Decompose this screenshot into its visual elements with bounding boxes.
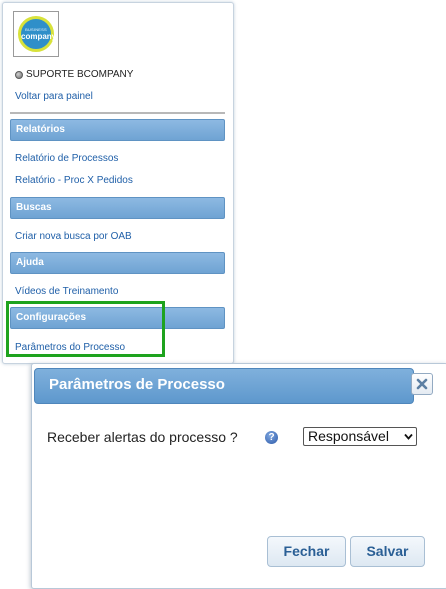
sidebar-item-parametros-processo[interactable]: Parâmetros do Processo bbox=[15, 342, 125, 353]
section-header-configuracoes: Configurações bbox=[10, 307, 225, 329]
sidebar-item-nova-busca-oab[interactable]: Criar nova busca por OAB bbox=[15, 231, 132, 242]
alert-label: Receber alertas do processo ? bbox=[47, 429, 238, 445]
sidebar-item-videos-treinamento[interactable]: Vídeos de Treinamento bbox=[15, 286, 118, 297]
dialog-title: Parâmetros de Processo bbox=[49, 376, 225, 393]
sidebar-panel: BUSINESS company SUPORTE BCOMPANY Voltar… bbox=[2, 2, 234, 364]
user-row: SUPORTE BCOMPANY bbox=[15, 69, 133, 80]
dialog-titlebar[interactable]: Parâmetros de Processo bbox=[34, 368, 414, 404]
sidebar-item-relatorio-proc-pedidos[interactable]: Relatório - Proc X Pedidos bbox=[15, 175, 133, 186]
parametros-dialog: Parâmetros de Processo Receber alertas d… bbox=[31, 363, 446, 589]
company-logo: BUSINESS company bbox=[13, 11, 59, 57]
select-value: Responsável bbox=[308, 428, 389, 444]
back-to-panel-link[interactable]: Voltar para painel bbox=[15, 91, 93, 102]
section-header-relatorios: Relatórios bbox=[10, 119, 225, 141]
sidebar-item-relatorio-processos[interactable]: Relatório de Processos bbox=[15, 153, 118, 164]
alert-recipient-select[interactable]: Responsável bbox=[303, 427, 417, 446]
status-dot-icon bbox=[15, 70, 23, 79]
close-button[interactable] bbox=[411, 373, 433, 395]
chevron-down-icon bbox=[404, 433, 413, 440]
close-icon bbox=[416, 378, 428, 390]
help-icon[interactable]: ? bbox=[265, 431, 278, 444]
logo-big-text: company bbox=[21, 32, 57, 41]
sidebar-divider bbox=[10, 112, 225, 114]
section-header-ajuda: Ajuda bbox=[10, 252, 225, 274]
save-button[interactable]: Salvar bbox=[350, 536, 425, 567]
close-dialog-button[interactable]: Fechar bbox=[267, 536, 346, 567]
section-header-buscas: Buscas bbox=[10, 197, 225, 219]
user-name: SUPORTE BCOMPANY bbox=[26, 69, 134, 80]
logo-disc: BUSINESS company bbox=[18, 16, 57, 52]
